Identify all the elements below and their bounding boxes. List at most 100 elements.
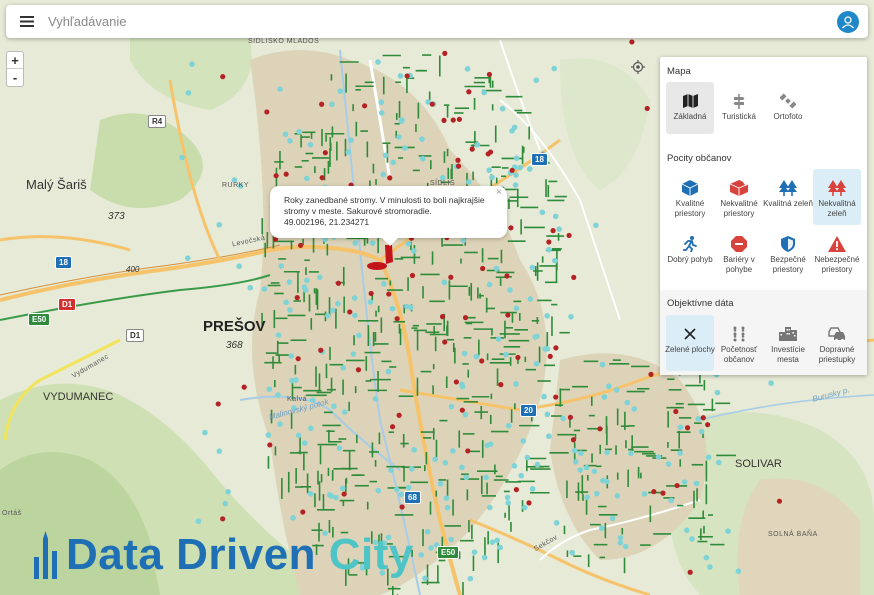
bad-greenery-marker[interactable] [241, 384, 247, 390]
bad-greenery-marker[interactable] [394, 316, 400, 322]
bad-greenery-marker[interactable] [368, 290, 374, 297]
bad-greenery-marker[interactable] [687, 569, 693, 575]
bad-greenery-marker[interactable] [629, 39, 635, 45]
bad-greenery-marker[interactable] [485, 151, 491, 157]
layer-tile-turisticka[interactable]: Turistická [715, 82, 763, 134]
layer-tile-investicie-mesta[interactable]: Investície mesta [764, 315, 812, 371]
bad-greenery-marker[interactable] [396, 412, 402, 418]
bad-greenery-marker[interactable] [404, 73, 410, 79]
bad-greenery-marker[interactable] [341, 491, 347, 497]
bad-greenery-marker[interactable] [283, 171, 289, 177]
layer-tile-nebezpecne-priestory[interactable]: Nebezpečné priestory [813, 225, 861, 281]
zoom-in-button[interactable]: + [7, 52, 23, 69]
bad-greenery-marker[interactable] [300, 509, 306, 515]
layer-tile-nekvalitna-zelen[interactable]: Nekvalitná zeleň [813, 169, 861, 225]
bad-greenery-marker[interactable] [597, 426, 603, 432]
bad-greenery-marker[interactable] [450, 117, 456, 123]
bad-greenery-marker[interactable] [297, 242, 304, 248]
bad-greenery-marker[interactable] [362, 103, 368, 109]
bad-greenery-marker[interactable] [409, 272, 416, 279]
bad-greenery-marker[interactable] [273, 173, 279, 179]
popup-close-button[interactable]: × [496, 188, 502, 198]
bad-greenery-marker[interactable] [465, 448, 471, 454]
bad-greenery-marker[interactable] [294, 295, 300, 301]
user-avatar-icon[interactable] [837, 10, 859, 33]
layer-tile-nekvalitne-priestory[interactable]: Nekvalitné priestory [715, 169, 763, 225]
bad-greenery-marker[interactable] [674, 482, 680, 489]
bad-greenery-marker[interactable] [480, 265, 486, 272]
bad-greenery-marker[interactable] [453, 379, 459, 385]
bad-greenery-marker[interactable] [455, 157, 461, 163]
bad-greenery-marker[interactable] [505, 312, 511, 318]
bad-greenery-marker[interactable] [469, 146, 475, 152]
bad-greenery-marker[interactable] [553, 394, 559, 400]
bad-greenery-marker[interactable] [651, 489, 657, 495]
bad-greenery-marker[interactable] [399, 504, 405, 510]
bad-greenery-marker[interactable] [700, 415, 706, 421]
selected-marker[interactable] [385, 245, 393, 264]
bad-greenery-marker[interactable] [215, 401, 221, 407]
bad-greenery-marker[interactable] [335, 280, 342, 286]
bad-greenery-marker[interactable] [644, 105, 650, 112]
bad-greenery-marker[interactable] [570, 437, 577, 443]
bad-greenery-marker[interactable] [448, 274, 454, 280]
bad-greenery-marker[interactable] [441, 117, 447, 123]
layer-tile-bariery-v-pohybe[interactable]: Bariéry v pohybe [715, 225, 763, 281]
bad-greenery-marker[interactable] [455, 163, 462, 169]
layer-tile-pocetnost-obcanov[interactable]: Početnosť občanov [715, 315, 763, 371]
bad-greenery-marker[interactable] [547, 353, 553, 359]
bad-greenery-marker[interactable] [566, 232, 572, 239]
bad-greenery-marker[interactable] [513, 487, 519, 493]
bad-greenery-marker[interactable] [319, 101, 325, 107]
bad-greenery-marker[interactable] [515, 354, 521, 361]
layer-tile-zelene-plochy[interactable]: Zelené plochy [665, 315, 715, 371]
bad-greenery-marker[interactable] [456, 116, 463, 122]
bad-greenery-marker[interactable] [498, 382, 504, 388]
bad-greenery-marker[interactable] [660, 490, 666, 496]
bad-greenery-marker[interactable] [479, 358, 485, 364]
bad-greenery-marker[interactable] [319, 175, 325, 181]
bad-greenery-marker[interactable] [486, 71, 492, 78]
layer-tile-kvalitna-zelen[interactable]: Kvalitná zeleň [763, 169, 813, 225]
bad-greenery-marker[interactable] [509, 167, 515, 173]
layer-tile-ortofoto[interactable]: Ortofoto [764, 82, 812, 134]
bad-greenery-marker[interactable] [684, 425, 691, 431]
bad-greenery-marker[interactable] [322, 150, 328, 156]
bad-greenery-marker[interactable] [673, 408, 679, 415]
bad-greenery-marker[interactable] [318, 347, 324, 353]
bad-greenery-marker[interactable] [429, 101, 435, 107]
layer-tile-zakladna[interactable]: Základná [666, 82, 714, 134]
layer-tile-kvalitne-priestory[interactable]: Kvalitné priestory [666, 169, 714, 225]
menu-icon[interactable] [6, 5, 48, 38]
bad-greenery-marker[interactable] [550, 228, 556, 234]
bad-greenery-marker[interactable] [264, 109, 270, 115]
bad-greenery-marker[interactable] [267, 442, 273, 448]
bad-greenery-marker[interactable] [459, 407, 465, 413]
bad-greenery-marker[interactable] [355, 367, 362, 373]
bad-greenery-marker[interactable] [705, 422, 711, 428]
bad-greenery-marker[interactable] [439, 314, 446, 320]
bad-greenery-marker[interactable] [546, 239, 552, 245]
bad-greenery-marker[interactable] [571, 274, 577, 280]
bad-greenery-marker[interactable] [508, 225, 514, 231]
bad-greenery-marker[interactable] [220, 516, 226, 522]
zoom-out-button[interactable]: - [7, 69, 23, 86]
bad-greenery-marker[interactable] [648, 371, 654, 377]
layer-tile-bezpecne-priestory[interactable]: Bezpečné priestory [764, 225, 812, 281]
bad-greenery-marker[interactable] [462, 315, 469, 321]
bad-greenery-marker[interactable] [466, 89, 472, 95]
bad-greenery-marker[interactable] [504, 273, 510, 279]
bad-greenery-marker[interactable] [387, 175, 393, 181]
search-input[interactable] [48, 14, 837, 29]
bad-greenery-marker[interactable] [567, 414, 573, 420]
bad-greenery-marker[interactable] [442, 50, 448, 56]
layer-tile-dobry-pohyb[interactable]: Dobrý pohyb [666, 225, 714, 281]
bad-greenery-marker[interactable] [347, 309, 353, 315]
bad-greenery-marker[interactable] [526, 500, 532, 506]
bad-greenery-marker[interactable] [295, 356, 301, 362]
bad-greenery-marker[interactable] [442, 339, 448, 345]
layer-tile-dopravne-priestupky[interactable]: Dopravné priestupky [813, 315, 861, 371]
bad-greenery-marker[interactable] [776, 498, 783, 504]
bad-greenery-marker[interactable] [389, 424, 396, 430]
bad-greenery-marker[interactable] [220, 74, 226, 80]
